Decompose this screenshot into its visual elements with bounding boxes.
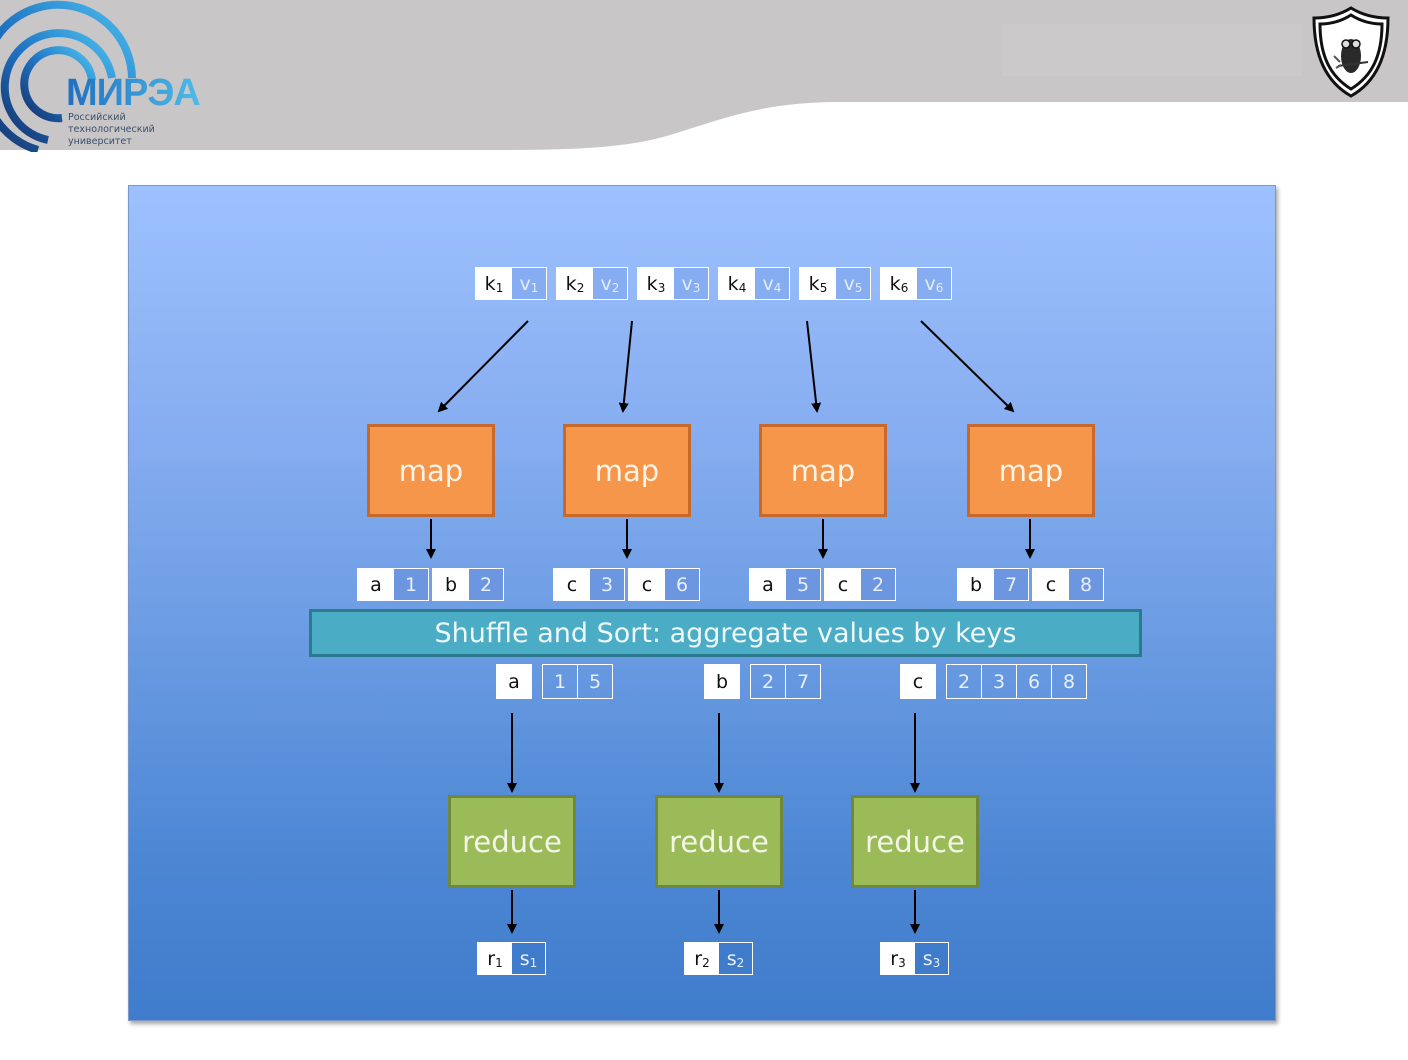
map-1-output-pair-2: b 2 xyxy=(432,568,504,601)
map-2-output-pair-2: c 6 xyxy=(628,568,700,601)
reduce-node-1: reduce xyxy=(448,795,576,888)
output-key: r2 xyxy=(685,943,719,974)
map-1-output-pair-1: a 1 xyxy=(357,568,429,601)
group-a-values: 1 5 xyxy=(542,664,613,699)
group-b-values: 2 7 xyxy=(750,664,821,699)
pair-key: c xyxy=(825,569,861,600)
pair-value: 2 xyxy=(469,569,503,600)
output-value: s2 xyxy=(719,943,752,974)
input-pair-6: k6 v6 xyxy=(880,267,952,300)
input-value: v3 xyxy=(674,268,708,299)
output-key: r1 xyxy=(478,943,512,974)
group-b-key: b xyxy=(704,664,740,699)
pair-value: 6 xyxy=(665,569,699,600)
group-value: 2 xyxy=(751,665,786,698)
input-value: v1 xyxy=(512,268,546,299)
input-value: v4 xyxy=(755,268,789,299)
map-4-output-pair-2: c 8 xyxy=(1032,568,1104,601)
input-key: k3 xyxy=(638,268,674,299)
map-3-output-pair-1: a 5 xyxy=(749,568,821,601)
shuffle-and-sort-bar: Shuffle and Sort: aggregate values by ke… xyxy=(309,609,1142,657)
arrow-input-to-map-1 xyxy=(437,320,529,413)
input-value: v2 xyxy=(593,268,627,299)
reduce-2-output-pair: r2 s2 xyxy=(684,942,753,975)
group-c-key: c xyxy=(900,664,936,699)
map-2-output-pair-1: c 3 xyxy=(553,568,625,601)
pair-key: b xyxy=(433,569,469,600)
map-3-output-pair-2: c 2 xyxy=(824,568,896,601)
output-value: s1 xyxy=(512,943,545,974)
map-node-2: map xyxy=(563,424,691,517)
reduce-node-2: reduce xyxy=(655,795,783,888)
arrow-input-to-map-2 xyxy=(618,320,633,413)
reduce-node-3: reduce xyxy=(851,795,979,888)
diagram-arrows xyxy=(426,320,1035,934)
group-a-key: a xyxy=(496,664,532,699)
map-4-output-pair-1: b 7 xyxy=(957,568,1029,601)
arrow-input-to-map-3 xyxy=(806,320,822,413)
map-node-4: map xyxy=(967,424,1095,517)
group-value: 1 xyxy=(543,665,578,698)
pair-value: 5 xyxy=(786,569,820,600)
group-value: 5 xyxy=(588,670,602,693)
group-value: 2 xyxy=(947,665,982,698)
pair-key: c xyxy=(1033,569,1069,600)
input-pair-3: k3 v3 xyxy=(637,267,709,300)
map-node-1: map xyxy=(367,424,495,517)
arrow-input-to-map-4 xyxy=(920,320,1015,413)
group-value: 3 xyxy=(982,665,1017,698)
input-value: v5 xyxy=(836,268,870,299)
pair-key: c xyxy=(629,569,665,600)
output-key: r3 xyxy=(881,943,915,974)
group-c-values: 2 3 6 8 xyxy=(946,664,1087,699)
reduce-3-output-pair: r3 s3 xyxy=(880,942,949,975)
input-key: k6 xyxy=(881,268,917,299)
pair-key: b xyxy=(958,569,994,600)
group-value: 7 xyxy=(796,670,810,693)
pair-value: 2 xyxy=(861,569,895,600)
input-pair-1: k1 v1 xyxy=(475,267,547,300)
input-pair-2: k2 v2 xyxy=(556,267,628,300)
input-key: k4 xyxy=(719,268,755,299)
input-pair-5: k5 v5 xyxy=(799,267,871,300)
pair-value: 7 xyxy=(994,569,1028,600)
input-pair-4: k4 v4 xyxy=(718,267,790,300)
group-value: 8 xyxy=(1062,670,1076,693)
map-node-3: map xyxy=(759,424,887,517)
pair-key: a xyxy=(750,569,786,600)
pair-value: 1 xyxy=(394,569,428,600)
group-value: 6 xyxy=(1017,665,1052,698)
reduce-1-output-pair: r1 s1 xyxy=(477,942,546,975)
pair-key: a xyxy=(358,569,394,600)
input-value: v6 xyxy=(917,268,951,299)
input-key: k5 xyxy=(800,268,836,299)
pair-key: c xyxy=(554,569,590,600)
pair-value: 3 xyxy=(590,569,624,600)
input-key: k1 xyxy=(476,268,512,299)
output-value: s3 xyxy=(915,943,948,974)
input-key: k2 xyxy=(557,268,593,299)
pair-value: 8 xyxy=(1069,569,1103,600)
